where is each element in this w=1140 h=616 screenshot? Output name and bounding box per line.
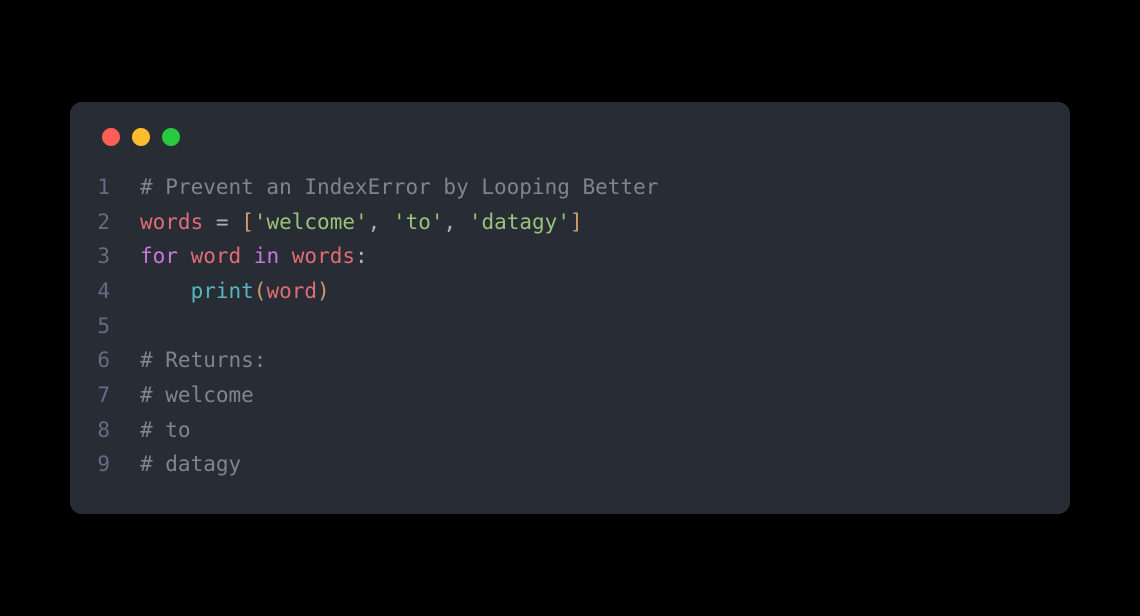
code-line: 6# Returns: <box>70 343 1070 378</box>
token: : <box>355 244 368 268</box>
token <box>140 279 191 303</box>
token: words <box>292 244 355 268</box>
code-content: print(word) <box>140 274 330 309</box>
token: , <box>368 210 393 234</box>
code-line: 4 print(word) <box>70 274 1070 309</box>
token: ( <box>254 279 267 303</box>
line-number: 5 <box>70 309 140 344</box>
line-number: 4 <box>70 274 140 309</box>
token: ] <box>570 210 583 234</box>
token: 'datagy' <box>469 210 570 234</box>
line-number: 9 <box>70 447 140 482</box>
token: # welcome <box>140 383 254 407</box>
token: print <box>191 279 254 303</box>
line-number: 3 <box>70 239 140 274</box>
token: in <box>254 244 279 268</box>
code-line: 2words = ['welcome', 'to', 'datagy'] <box>70 205 1070 240</box>
token: # Prevent an IndexError by Looping Bette… <box>140 175 658 199</box>
token: word <box>266 279 317 303</box>
code-line: 9# datagy <box>70 447 1070 482</box>
window-titlebar <box>70 128 1070 170</box>
line-number: 6 <box>70 343 140 378</box>
token <box>229 210 242 234</box>
token <box>279 244 292 268</box>
code-line: 1# Prevent an IndexError by Looping Bett… <box>70 170 1070 205</box>
close-icon[interactable] <box>102 128 120 146</box>
token: word <box>191 244 242 268</box>
minimize-icon[interactable] <box>132 128 150 146</box>
token: for <box>140 244 178 268</box>
maximize-icon[interactable] <box>162 128 180 146</box>
code-content: words = ['welcome', 'to', 'datagy'] <box>140 205 583 240</box>
token: 'to' <box>393 210 444 234</box>
token: [ <box>241 210 254 234</box>
line-number: 2 <box>70 205 140 240</box>
code-line: 5 <box>70 309 1070 344</box>
token: # to <box>140 418 191 442</box>
line-number: 1 <box>70 170 140 205</box>
code-content: # welcome <box>140 378 254 413</box>
code-content: for word in words: <box>140 239 368 274</box>
token: # datagy <box>140 452 241 476</box>
code-line: 7# welcome <box>70 378 1070 413</box>
line-number: 7 <box>70 378 140 413</box>
code-content: # datagy <box>140 447 241 482</box>
code-content: # Returns: <box>140 343 266 378</box>
token: words <box>140 210 203 234</box>
token <box>203 210 216 234</box>
code-line: 3for word in words: <box>70 239 1070 274</box>
token <box>178 244 191 268</box>
code-content: # to <box>140 413 191 448</box>
token: = <box>216 210 229 234</box>
code-window: 1# Prevent an IndexError by Looping Bett… <box>70 102 1070 514</box>
code-line: 8# to <box>70 413 1070 448</box>
token: , <box>444 210 469 234</box>
token <box>241 244 254 268</box>
token: # Returns: <box>140 348 266 372</box>
line-number: 8 <box>70 413 140 448</box>
code-editor[interactable]: 1# Prevent an IndexError by Looping Bett… <box>70 170 1070 482</box>
token: 'welcome' <box>254 210 368 234</box>
token: ) <box>317 279 330 303</box>
code-content <box>140 309 153 344</box>
code-content: # Prevent an IndexError by Looping Bette… <box>140 170 658 205</box>
